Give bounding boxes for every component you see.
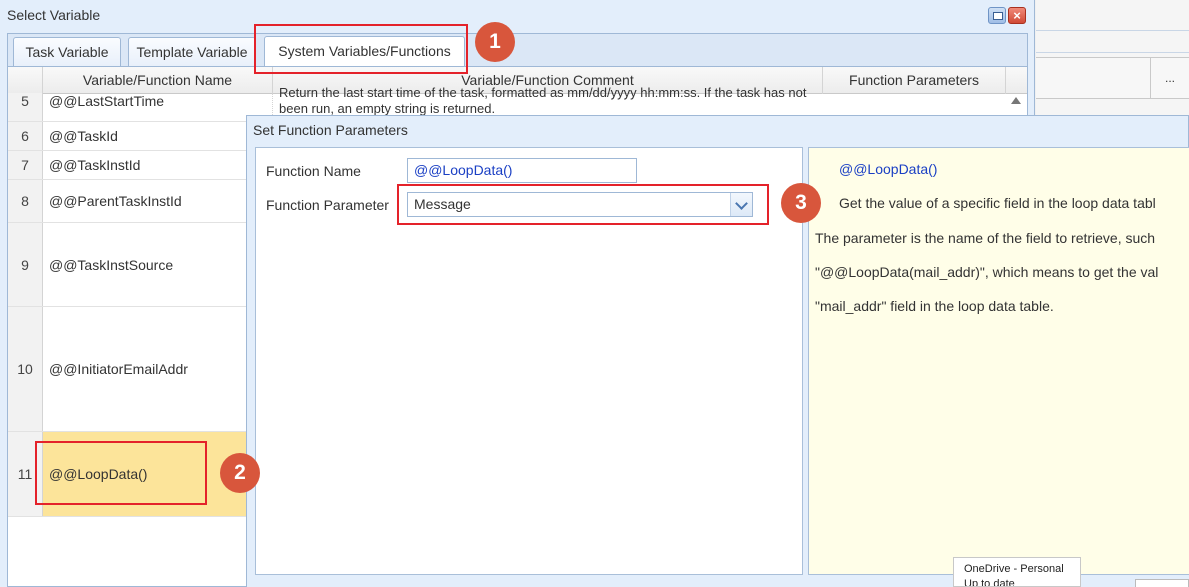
variable-name: @@LastStartTime bbox=[43, 93, 273, 121]
row-number: 8 bbox=[8, 180, 43, 222]
dialog-title: Set Function Parameters bbox=[253, 122, 408, 138]
variable-name: @@TaskInstId bbox=[43, 151, 273, 179]
close-button[interactable]: × bbox=[1008, 7, 1026, 24]
row-number: 9 bbox=[8, 223, 43, 306]
highlight-box bbox=[397, 184, 769, 225]
column-header-row-number bbox=[8, 67, 43, 94]
step-badge: 1 bbox=[475, 22, 515, 62]
more-button[interactable]: ... bbox=[1150, 57, 1189, 99]
description-text: Get the value of a specific field in the… bbox=[839, 195, 1156, 211]
row-number: 10 bbox=[8, 307, 43, 431]
variable-name: @@ParentTaskInstId bbox=[43, 180, 273, 222]
row-number: 7 bbox=[8, 151, 43, 179]
step-badge: 2 bbox=[220, 453, 260, 493]
highlight-box bbox=[254, 24, 468, 74]
variable-name: @@TaskId bbox=[43, 122, 273, 150]
column-header-name[interactable]: Variable/Function Name bbox=[43, 67, 273, 94]
description-text: The parameter is the name of the field t… bbox=[815, 230, 1156, 246]
variable-name: @@InitiatorEmailAddr bbox=[43, 307, 273, 431]
divider bbox=[1036, 52, 1189, 53]
tab-bar: Task Variable Template Variable System V… bbox=[7, 33, 1028, 68]
function-name-field[interactable]: @@LoopData() bbox=[407, 158, 637, 183]
highlight-box bbox=[35, 441, 207, 505]
onedrive-title: OneDrive - Personal bbox=[964, 563, 1064, 575]
function-name-label: Function Name bbox=[266, 163, 361, 179]
column-header-params[interactable]: Function Parameters bbox=[823, 67, 1006, 94]
tab-template-variable[interactable]: Template Variable bbox=[128, 37, 256, 68]
tab-task-variable[interactable]: Task Variable bbox=[13, 37, 121, 68]
function-description-panel: @@LoopData() Get the value of a specific… bbox=[808, 147, 1189, 575]
scroll-up-arrow-icon[interactable] bbox=[1011, 97, 1021, 104]
restore-button[interactable] bbox=[988, 7, 1006, 24]
onedrive-status: Up to date bbox=[964, 578, 1015, 587]
row-number: 5 bbox=[8, 93, 43, 121]
description-text: "@@LoopData(mail_addr)", which means to … bbox=[815, 264, 1159, 280]
row-number: 6 bbox=[8, 122, 43, 150]
function-parameter-label: Function Parameter bbox=[266, 197, 389, 213]
divider bbox=[1036, 30, 1189, 31]
description-title: @@LoopData() bbox=[839, 161, 938, 177]
step-badge: 3 bbox=[781, 183, 821, 223]
dialog-title: Select Variable bbox=[7, 7, 101, 23]
description-text: "mail_addr" field in the loop data table… bbox=[815, 298, 1054, 314]
variable-name: @@TaskInstSource bbox=[43, 223, 273, 306]
dialog-button[interactable] bbox=[1135, 579, 1189, 587]
onedrive-tooltip: OneDrive - Personal Up to date bbox=[953, 557, 1081, 587]
